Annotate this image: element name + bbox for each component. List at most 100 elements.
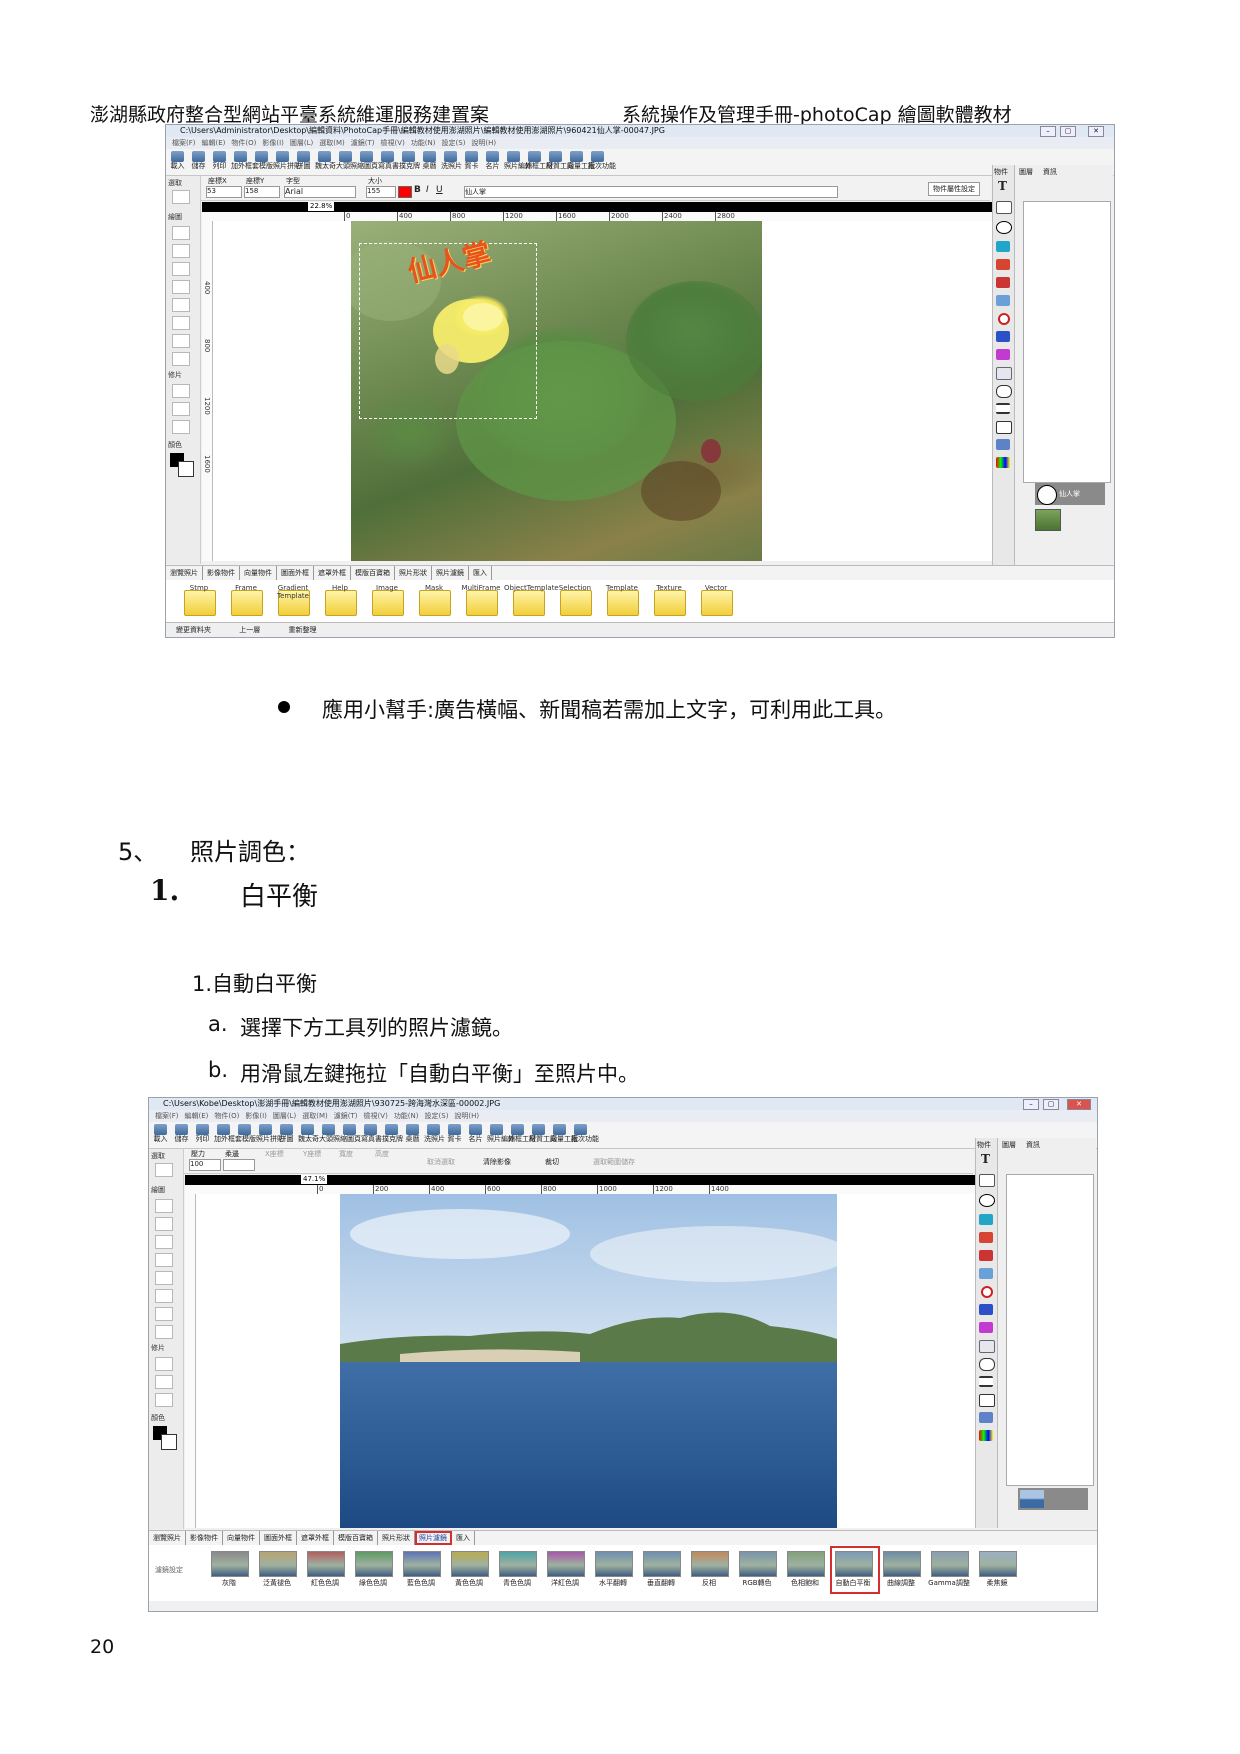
pencil-tool[interactable] (155, 1199, 173, 1213)
menu-item[interactable]: 說明(H) (471, 137, 496, 149)
filter-thumbnail[interactable] (211, 1551, 249, 1577)
frame-object-icon[interactable] (996, 259, 1010, 270)
menu-item[interactable]: 濾鏡(T) (334, 1110, 358, 1122)
clear-image-button[interactable]: 清除影像 (483, 1157, 511, 1167)
calendar-icon[interactable] (996, 367, 1012, 380)
toolbar-button[interactable]: 批次功能 (571, 1122, 599, 1144)
bottom-tab[interactable]: 瀏覽照片 (166, 566, 203, 580)
exif-icon[interactable] (979, 1304, 993, 1315)
speech-bubble-icon[interactable] (979, 1358, 995, 1371)
menu-item[interactable]: 圖層(L) (273, 1110, 296, 1122)
abc-small-icon[interactable] (996, 201, 1012, 214)
menu-item[interactable]: 濾鏡(T) (351, 137, 375, 149)
toolbar-button[interactable]: 載入 (168, 149, 187, 171)
image-object-icon[interactable] (979, 1214, 993, 1225)
toolbar-button[interactable]: 載入 (151, 1122, 170, 1144)
color-grid-icon[interactable] (979, 1430, 993, 1441)
filter-thumbnail[interactable] (739, 1551, 777, 1577)
bottom-tab[interactable]: 匯入 (469, 566, 492, 580)
pressure-input[interactable]: 100 (189, 1159, 221, 1171)
line-tool[interactable] (155, 1289, 173, 1303)
folder-icon[interactable] (325, 590, 357, 616)
zoom-value[interactable]: 47.1% (301, 1175, 328, 1184)
filter-thumbnail[interactable] (835, 1551, 873, 1577)
bottom-tab[interactable]: 照片形狀 (395, 566, 432, 580)
refresh-button[interactable]: 重新整理 (288, 626, 316, 634)
close-button[interactable]: ✕ (1088, 126, 1104, 137)
toolbar-button[interactable]: 加外框 (231, 149, 252, 171)
toolbar-button[interactable]: 加外框 (214, 1122, 235, 1144)
rect-tool[interactable] (155, 1325, 173, 1339)
shapes-icon[interactable] (979, 1412, 993, 1423)
filter-thumbnail[interactable] (979, 1551, 1017, 1577)
menu-item[interactable]: 檢視(V) (381, 137, 405, 149)
layer-tab[interactable]: 圖層 (1002, 1140, 1016, 1150)
menu-item[interactable]: 檢視(V) (364, 1110, 388, 1122)
toolbar-button[interactable]: 桌曆 (420, 149, 439, 171)
bottom-tab[interactable]: 影像物件 (186, 1531, 223, 1545)
layer-item-text[interactable]: 仙人掌 (1035, 483, 1105, 505)
info-tab[interactable]: 資訊 (1026, 1140, 1040, 1150)
filter-thumbnail[interactable] (355, 1551, 393, 1577)
info-tab[interactable]: 資訊 (1043, 167, 1057, 177)
toolbar-button[interactable]: 撲克牌 (382, 1122, 403, 1144)
underline-button[interactable]: U (436, 185, 443, 195)
select-tool[interactable] (172, 190, 190, 204)
text-tool-icon[interactable]: T (981, 1152, 990, 1166)
font-select[interactable]: Arial (284, 186, 356, 198)
menu-item[interactable]: 圖層(L) (290, 137, 313, 149)
redeye-tool[interactable] (172, 384, 190, 398)
maximize-button[interactable]: ▢ (1060, 126, 1076, 137)
calendar-icon[interactable] (979, 1340, 995, 1353)
abc-small-icon[interactable] (979, 1174, 995, 1187)
eraser-tool[interactable] (172, 244, 190, 258)
menu-item[interactable]: 功能(N) (394, 1110, 419, 1122)
toolbar-button[interactable]: 照片拼貼 (256, 1122, 284, 1144)
bottom-tab[interactable]: 遮罩外框 (297, 1531, 334, 1545)
toolbar-button[interactable]: 拼圖 (277, 1122, 296, 1144)
gallery-icon[interactable] (996, 277, 1010, 288)
toolbar-button[interactable]: 向量工廠 (567, 149, 595, 171)
exif-icon[interactable] (996, 331, 1010, 342)
folder-icon[interactable] (607, 590, 639, 616)
filter-thumbnail[interactable] (547, 1551, 585, 1577)
bottom-tab[interactable]: 圖面外框 (277, 566, 314, 580)
abc-circle-icon[interactable] (979, 1194, 995, 1207)
magnifier-icon[interactable] (996, 295, 1010, 306)
menu-item[interactable]: 影像(I) (262, 137, 284, 149)
bottom-tab[interactable]: 模版百寶箱 (351, 566, 395, 580)
toolbar-button[interactable]: 魏太奇 (298, 1122, 319, 1144)
color-grid-icon[interactable] (996, 457, 1010, 468)
text-content-input[interactable]: 仙人掌 (464, 186, 838, 198)
background-color-swatch[interactable] (161, 1434, 177, 1450)
toolbar-button[interactable]: 名片 (483, 149, 502, 171)
menu-item[interactable]: 檔案(F) (155, 1110, 179, 1122)
cancel-selection-button[interactable]: 取消選取 (427, 1157, 455, 1167)
layer-tab[interactable]: 圖層 (1019, 167, 1033, 177)
minimize-button[interactable]: – (1023, 1099, 1039, 1110)
toolbar-button[interactable]: 批次功能 (588, 149, 616, 171)
size-input[interactable]: 155 (366, 186, 396, 198)
menu-item[interactable]: 設定(S) (442, 137, 466, 149)
fill-tool[interactable] (172, 298, 190, 312)
brush-tool[interactable] (155, 1235, 173, 1249)
bottom-tab[interactable]: 向量物件 (240, 566, 277, 580)
feather-input[interactable] (223, 1159, 255, 1171)
toolbar-button[interactable]: 名片 (466, 1122, 485, 1144)
clone-tool[interactable] (155, 1393, 173, 1407)
shapes-icon[interactable] (996, 439, 1010, 450)
toolbar-button[interactable]: 套模版 (252, 149, 273, 171)
menu-item[interactable]: 選取(M) (319, 137, 345, 149)
clone-tool[interactable] (172, 420, 190, 434)
cake-icon[interactable] (996, 349, 1010, 360)
pencil-tool[interactable] (172, 226, 190, 240)
toolbar-button[interactable]: 洗照片 (441, 149, 462, 171)
layer-item-photo[interactable] (1018, 1488, 1088, 1510)
menu-item[interactable]: 物件(O) (214, 1110, 239, 1122)
bottom-tab[interactable]: 圖面外框 (260, 1531, 297, 1545)
smudge-tool[interactable] (172, 402, 190, 416)
bottom-tab[interactable]: 影像物件 (203, 566, 240, 580)
menu-item[interactable]: 影像(I) (245, 1110, 267, 1122)
toolbar-button[interactable]: 縮圖頁 (357, 149, 378, 171)
smudge-tool[interactable] (155, 1375, 173, 1389)
